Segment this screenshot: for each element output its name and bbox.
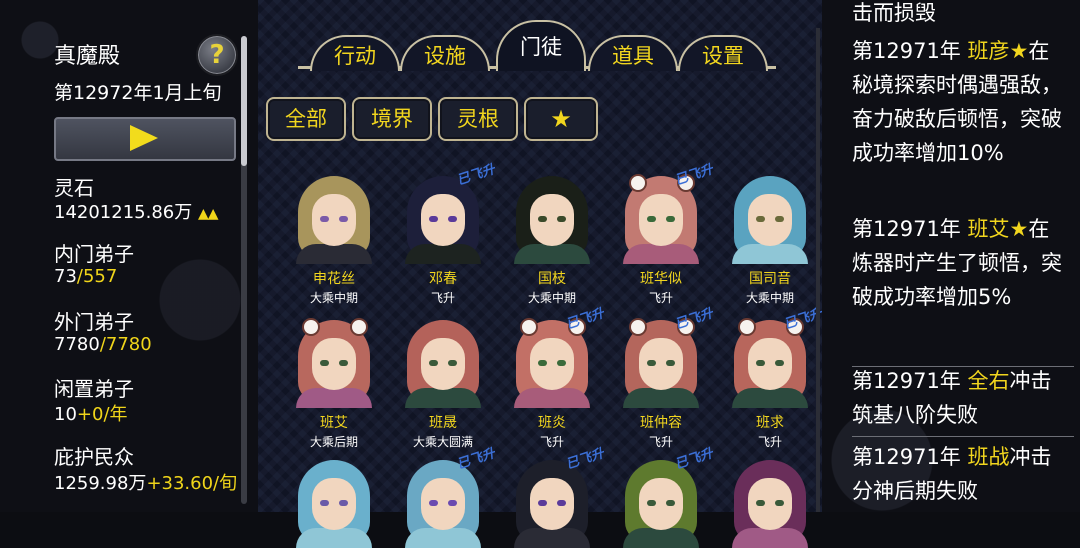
filter-spirit-root-button[interactable]: 灵根 (438, 97, 518, 141)
log-entry: 击而损毁 (852, 1, 936, 25)
disciple-rank: 大乘中期 (309, 291, 358, 305)
disciple-name: 班求 (756, 415, 784, 431)
ascended-badge: 已飞升 (455, 162, 497, 189)
inner-disciples-value: 73/557 (54, 266, 118, 287)
disciple-name: 班晟 (429, 415, 457, 431)
disciple-name: 邓春 (429, 271, 457, 287)
log-entry: 第12971年 班艾★在炼器时产生了顿悟，突破成功率增加5% (852, 217, 1062, 309)
disciple-name: 班艾 (320, 415, 348, 431)
filter-all-button[interactable]: 全部 (266, 97, 346, 141)
outer-disciples-value: 7780/7780 (54, 334, 152, 355)
log-entry: 第12971年 班彦★在秘境探索时偶遇强敌，奋力破敌后顿悟，突破成功率增加10% (852, 39, 1062, 165)
event-log-panel: 击而损毁 第12971年 班彦★在秘境探索时偶遇强敌，奋力破敌后顿悟，突破成功率… (822, 0, 1080, 512)
disciple-portrait (397, 316, 489, 408)
tab-facilities[interactable]: 设施 (400, 35, 490, 71)
disciple-rank: 飞升 (430, 291, 455, 305)
disciple-portrait (506, 172, 598, 264)
idle-disciples-label: 闲置弟子 (54, 377, 134, 401)
protected-populace-label: 庇护民众 (54, 445, 134, 469)
log-entry: 第12971年 全右冲击筑基八阶失败 (852, 369, 1052, 427)
log-divider (852, 436, 1074, 437)
disciple-card[interactable]: 已飞升 (498, 446, 606, 548)
disciple-name: 班仲容 (640, 415, 682, 431)
game-date: 第12972年1月上旬 (54, 82, 222, 104)
disciple-portrait (724, 456, 816, 548)
disciple-card[interactable]: 国司音 大乘中期 (716, 172, 824, 306)
center-scrollbar[interactable] (816, 28, 820, 512)
disciple-portrait: 已飞升 (506, 446, 606, 548)
disciple-card[interactable]: 申花丝 大乘中期 (280, 172, 388, 306)
tab-actions[interactable]: 行动 (310, 35, 400, 71)
disciple-card[interactable] (280, 456, 388, 548)
spirit-stone-value: 14201215.86万 ▲▲ (54, 202, 219, 223)
filter-realm-button[interactable]: 境界 (352, 97, 432, 141)
disciple-card[interactable]: 已飞升邓春飞升 (389, 162, 497, 306)
disciple-card[interactable]: 已飞升 班炎 飞升 (498, 306, 606, 450)
disciple-rank: 大乘中期 (745, 291, 794, 305)
tab-disciples[interactable]: 门徒 (496, 20, 586, 71)
tab-items[interactable]: 道具 (588, 35, 678, 71)
spirit-stone-label: 灵石 (54, 176, 94, 200)
idle-disciples-value: 10+0/年 (54, 404, 128, 425)
disciple-card[interactable]: 已飞升 (607, 446, 715, 548)
disciple-portrait: 已飞升 (615, 446, 715, 548)
disciple-name: 申花丝 (313, 271, 355, 287)
log-entry: 第12971年 班战冲击分神后期失败 (852, 445, 1052, 503)
disciple-card[interactable]: 已飞升班求飞升 (716, 306, 824, 450)
disciple-portrait: 已飞升 (615, 306, 715, 408)
disciple-rank: 大乘后期 (309, 435, 358, 449)
disciple-portrait: 已飞升 (724, 306, 824, 408)
disciple-card[interactable] (716, 456, 824, 548)
disciple-name: 国司音 (749, 271, 791, 287)
star-icon: ★ (550, 105, 572, 133)
disciple-portrait: 已飞升 (397, 446, 497, 548)
outer-disciples-label: 外门弟子 (54, 310, 134, 334)
disciple-name: 班炎 (538, 415, 566, 431)
disciple-rank: 飞升 (757, 435, 782, 449)
disciple-name: 国枝 (538, 271, 566, 287)
left-scrollbar[interactable] (241, 36, 247, 504)
disciple-portrait: 已飞升 (615, 162, 715, 264)
advance-time-button[interactable] (54, 117, 236, 161)
tab-settings[interactable]: 设置 (678, 35, 768, 71)
protected-populace-value: 1259.98万+33.60/旬 (54, 473, 238, 494)
disciple-portrait (288, 172, 380, 264)
disciple-card[interactable]: 国枝 大乘中期 (498, 172, 606, 306)
inner-disciples-label: 内门弟子 (54, 242, 134, 266)
filter-favorite-button[interactable]: ★ (524, 97, 598, 141)
disciple-card[interactable]: 已飞升班华似飞升 (607, 162, 715, 306)
help-button[interactable]: ? (196, 34, 238, 76)
disciple-portrait (724, 172, 816, 264)
disciple-rank: 大乘中期 (527, 291, 576, 305)
disciple-card[interactable]: 已飞升 班仲容 飞升 (607, 306, 715, 450)
sect-status-panel: 真魔殿 ? 第12972年1月上旬 灵石 14201215.86万 ▲▲ 内门弟… (0, 0, 258, 512)
disciple-portrait: 已飞升 (397, 162, 497, 264)
question-mark-icon: ? (209, 40, 225, 70)
disciple-portrait (288, 316, 380, 408)
disciple-card[interactable]: 已飞升 (389, 446, 497, 548)
disciple-name: 班华似 (640, 271, 682, 287)
left-scrollbar-thumb[interactable] (241, 36, 247, 166)
disciple-card[interactable]: 班艾 大乘后期 (280, 316, 388, 450)
disciple-card[interactable]: 班晟 大乘大圆满 (389, 316, 497, 450)
play-icon (130, 125, 158, 151)
increase-arrows-icon: ▲▲ (197, 206, 219, 222)
disciple-portrait: 已飞升 (506, 306, 606, 408)
disciple-portrait (288, 456, 380, 548)
disciples-panel: 行动 设施 门徒 道具 设置 全部 境界 灵根 ★ 申花丝 大乘中期 已飞升 邓春 飞升… (258, 0, 824, 548)
sect-name: 真魔殿 (54, 44, 121, 69)
disciple-rank: 飞升 (648, 291, 673, 305)
